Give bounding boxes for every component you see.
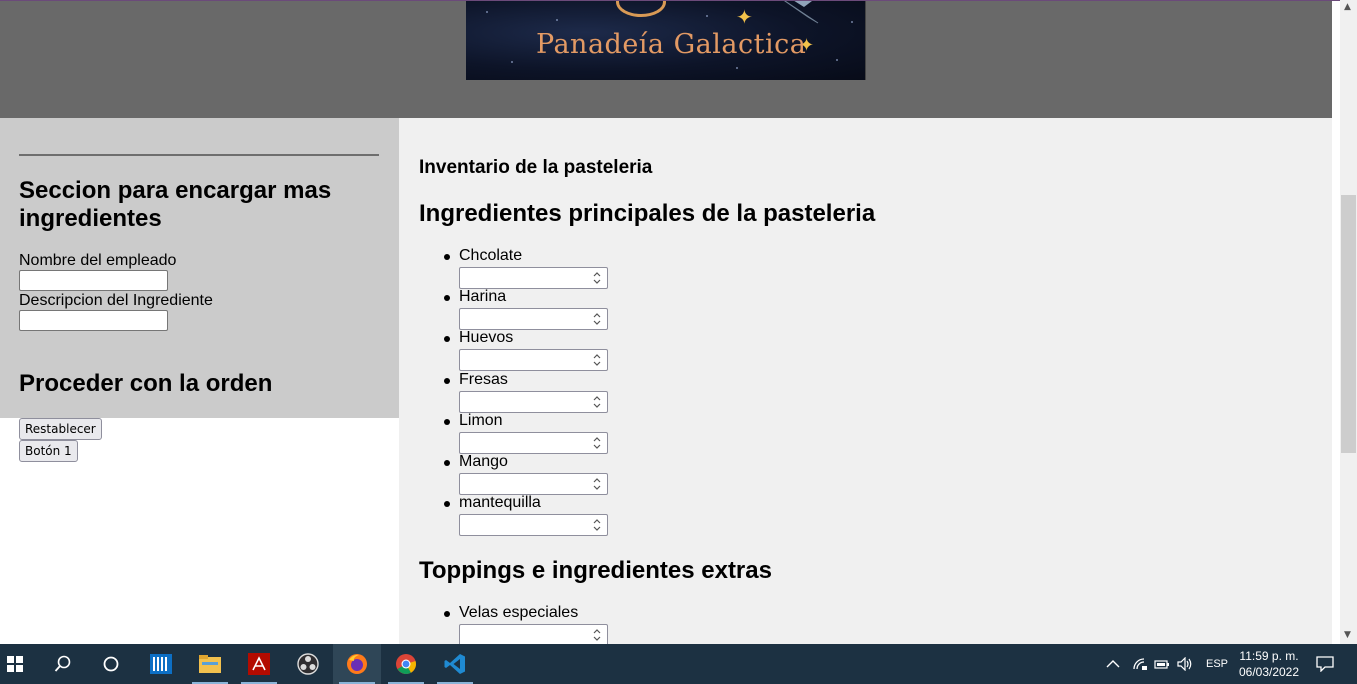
chrome-icon[interactable] [382, 644, 430, 684]
quantity-input[interactable] [459, 514, 608, 537]
spinner-icon[interactable] [589, 627, 605, 643]
bullet-icon [444, 611, 450, 617]
vscode-icon[interactable] [431, 644, 479, 684]
employee-name-label: Nombre del empleado [19, 252, 177, 269]
language-indicator[interactable]: ESP [1206, 644, 1228, 684]
bullet-icon [444, 336, 450, 343]
spinner-icon[interactable] [589, 311, 605, 327]
show-hidden-icons-icon[interactable] [1106, 644, 1120, 684]
star-icon: ✦ [736, 5, 753, 29]
spinner-icon[interactable] [589, 435, 605, 451]
banner-title: Panadeía Galactica [536, 29, 807, 60]
spinner-icon[interactable] [589, 476, 605, 492]
volume-icon[interactable] [1177, 644, 1193, 684]
network-icon[interactable] [1132, 644, 1148, 684]
main-ingredients-title: Ingredientes principales de la pasteleri… [419, 200, 876, 227]
item-label: Limon [459, 411, 503, 429]
order-sidebar: Seccion para encargar mas ingredientes N… [0, 118, 399, 418]
quantity-input[interactable] [459, 431, 608, 454]
page-header: ✦ ✦ Panadeía Galactica [0, 1, 1332, 118]
obs-icon[interactable] [284, 644, 332, 684]
item-label: Mango [459, 453, 508, 470]
quantity-input[interactable] [459, 267, 608, 289]
bullet-icon [444, 377, 450, 384]
item-label: Harina [459, 288, 507, 306]
employee-name-input[interactable] [19, 270, 168, 291]
firefox-icon[interactable] [333, 644, 381, 684]
bullet-icon [444, 418, 450, 425]
clock-date: 06/03/2022 [1238, 665, 1300, 679]
divider [19, 154, 379, 156]
list-item: Mango [444, 453, 508, 471]
scroll-up-icon[interactable]: ▲ [1344, 2, 1351, 12]
spinner-icon[interactable] [589, 517, 605, 533]
item-label: Chcolate [459, 247, 523, 264]
rocket-icon [784, 1, 819, 24]
notifications-icon[interactable] [1316, 644, 1334, 684]
toppings-title: Toppings e ingredientes extras [419, 557, 772, 584]
columns-app-icon[interactable] [137, 644, 185, 684]
spinner-icon[interactable] [589, 270, 605, 286]
planet-icon [616, 1, 666, 17]
clock[interactable]: 11:59 p. m. 06/03/2022 [1233, 648, 1305, 680]
start-icon[interactable] [0, 644, 39, 684]
spinner-icon[interactable] [589, 352, 605, 368]
acrobat-icon[interactable] [235, 644, 283, 684]
item-label: Huevos [459, 329, 514, 347]
order-section-title: Seccion para encargar mas ingredientes [19, 177, 332, 232]
item-label: mantequilla [459, 494, 541, 512]
bullet-icon [444, 460, 450, 466]
list-item: Harina [444, 288, 507, 306]
item-label: Fresas [459, 370, 508, 388]
ingredient-description-label: Descripcion del Ingrediente [19, 292, 213, 309]
item-label: Velas especiales [459, 604, 579, 621]
proceed-order-title: Proceder con la orden [19, 370, 273, 397]
ingredient-description-input[interactable] [19, 310, 168, 331]
bullet-icon [444, 295, 450, 302]
list-item: Chcolate [444, 247, 523, 265]
button-1[interactable]: Botón 1 [19, 440, 78, 462]
reset-button[interactable]: Restablecer [19, 418, 102, 440]
battery-icon[interactable] [1154, 644, 1170, 684]
bullet-icon [444, 501, 450, 508]
inventory-main: Inventario de la pasteleria Ingredientes… [399, 118, 1332, 644]
file-explorer-icon[interactable] [186, 644, 234, 684]
quantity-input[interactable] [459, 308, 608, 331]
bullet-icon [444, 254, 450, 260]
quantity-input[interactable] [459, 624, 608, 644]
list-item: Velas especiales [444, 604, 579, 622]
list-item: Huevos [444, 329, 514, 347]
spinner-icon[interactable] [589, 394, 605, 410]
list-item: Fresas [444, 370, 508, 389]
cortana-icon[interactable] [87, 644, 135, 684]
inventory-title: Inventario de la pasteleria [419, 157, 653, 178]
list-item: Limon [444, 411, 503, 430]
scroll-down-icon[interactable]: ▼ [1344, 630, 1351, 640]
banner-image: ✦ ✦ Panadeía Galactica [466, 1, 866, 80]
clock-time: 11:59 p. m. [1239, 649, 1299, 663]
browser-viewport: ✦ ✦ Panadeía Galactica Seccion para enca… [0, 0, 1357, 644]
taskbar: ESP 11:59 p. m. 06/03/2022 [0, 644, 1357, 684]
scrollbar-thumb[interactable] [1341, 195, 1356, 453]
list-item: mantequilla [444, 494, 541, 512]
search-icon[interactable] [39, 644, 87, 684]
quantity-input[interactable] [459, 473, 608, 495]
quantity-input[interactable] [459, 349, 608, 372]
quantity-input[interactable] [459, 390, 608, 413]
